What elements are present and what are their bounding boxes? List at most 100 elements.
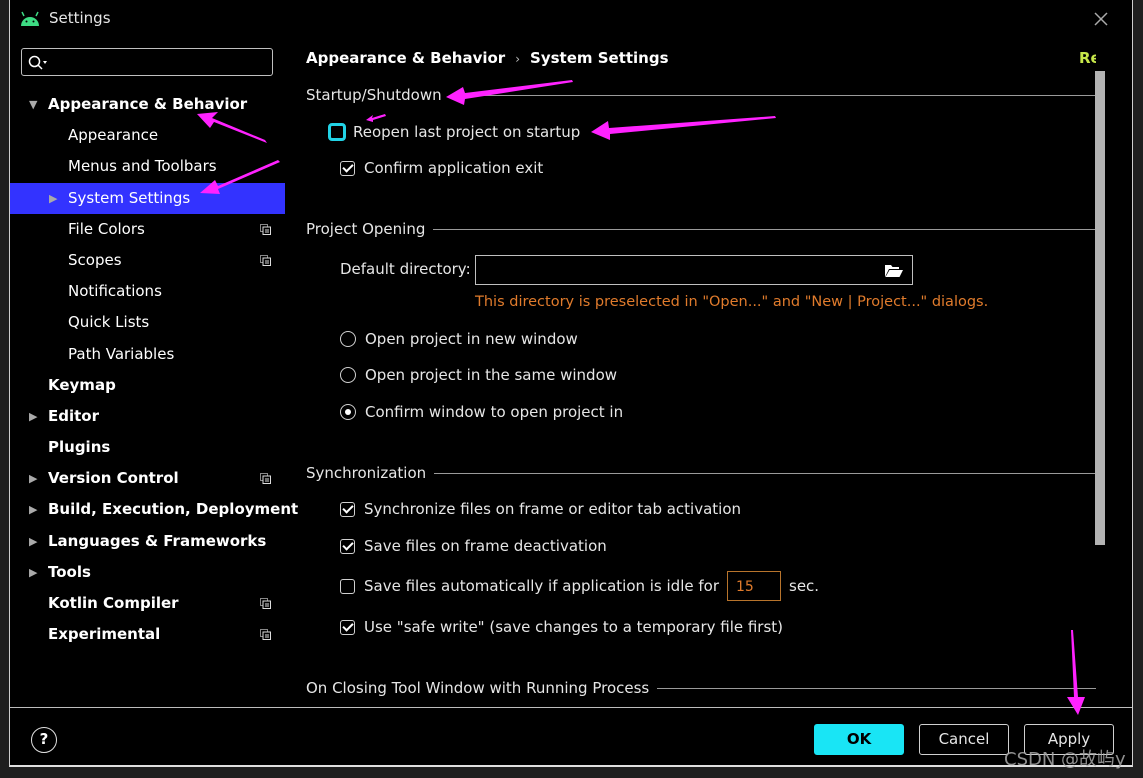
sidebar-item-tools[interactable]: ▶ Tools bbox=[10, 557, 285, 588]
content-scrollbar[interactable] bbox=[1095, 71, 1105, 545]
sidebar-item-label: Editor bbox=[48, 406, 99, 425]
save-idle-row: Save files automatically if application … bbox=[340, 571, 819, 601]
section-title: On Closing Tool Window with Running Proc… bbox=[306, 679, 650, 697]
project-level-icon bbox=[260, 473, 271, 485]
android-icon bbox=[21, 11, 39, 26]
safe-write-checkbox[interactable]: Use "safe write" (save changes to a temp… bbox=[340, 618, 783, 636]
default-directory-field[interactable] bbox=[475, 255, 913, 285]
sidebar-item-quick-lists[interactable]: Quick Lists bbox=[10, 307, 285, 338]
project-level-icon bbox=[260, 254, 271, 266]
breadcrumb-parent[interactable]: Appearance & Behavior bbox=[306, 49, 505, 67]
sidebar-item-appearance[interactable]: Appearance bbox=[10, 120, 285, 151]
sidebar-item-kotlin-compiler[interactable]: Kotlin Compiler bbox=[10, 588, 285, 619]
sidebar-item-label: Plugins bbox=[48, 438, 111, 457]
checkbox-label: Synchronize files on frame or editor tab… bbox=[364, 500, 742, 518]
checkbox-label: Use "safe write" (save changes to a temp… bbox=[364, 618, 784, 636]
section-project-opening: Project Opening bbox=[306, 220, 1096, 238]
sidebar-item-label: Keymap bbox=[48, 375, 116, 394]
default-directory-input[interactable] bbox=[480, 260, 874, 282]
reset-link[interactable]: Reset bbox=[1079, 49, 1096, 67]
collapsed-arrow-icon[interactable]: ▶ bbox=[29, 557, 41, 588]
divider bbox=[434, 472, 1096, 474]
sidebar-item-experimental[interactable]: Experimental bbox=[10, 619, 285, 650]
unit-label: sec. bbox=[789, 577, 820, 595]
sidebar-item-notifications[interactable]: Notifications bbox=[10, 276, 285, 307]
reopen-last-project-checkbox[interactable]: Reopen last project on startup bbox=[328, 123, 581, 141]
sidebar-item-languages-frameworks[interactable]: ▶ Languages & Frameworks bbox=[10, 526, 285, 557]
checkbox[interactable] bbox=[340, 501, 355, 517]
open-project-radio-option[interactable]: Confirm window to open project in bbox=[340, 403, 623, 421]
watermark: CSDN @故屿y bbox=[1004, 749, 1126, 770]
section-startup-shutdown: Startup/Shutdown bbox=[306, 86, 1096, 104]
section-title: Synchronization bbox=[306, 464, 427, 482]
radio-button[interactable] bbox=[340, 404, 356, 420]
settings-tree: ▼ Appearance & Behavior Appearance Menus an… bbox=[10, 89, 298, 650]
window-title: Settings bbox=[49, 9, 111, 27]
radio-label: Open project in the same window bbox=[365, 366, 618, 384]
sync-on-activation-checkbox[interactable]: Synchronize files on frame or editor tab… bbox=[340, 500, 741, 518]
sidebar-item-menus-and-toolbars[interactable]: Menus and Toolbars bbox=[10, 151, 285, 182]
idle-seconds-input[interactable] bbox=[734, 576, 778, 598]
collapsed-arrow-icon[interactable]: ▶ bbox=[29, 526, 41, 557]
collapsed-arrow-icon[interactable]: ▶ bbox=[49, 183, 61, 214]
collapsed-arrow-icon[interactable]: ▶ bbox=[29, 401, 41, 432]
save-on-deactivation-checkbox[interactable]: Save files on frame deactivation bbox=[340, 537, 607, 555]
divider bbox=[433, 228, 1096, 230]
section-synchronization: Synchronization bbox=[306, 464, 1096, 482]
settings-content: Appearance & Behavior › System Settings Re… bbox=[306, 40, 1096, 704]
confirm-exit-checkbox[interactable]: Confirm application exit bbox=[340, 159, 543, 177]
sidebar-item-label: System Settings bbox=[68, 188, 191, 207]
sidebar-item-label: Version Control bbox=[48, 469, 179, 488]
checkbox-label: Reopen last project on startup bbox=[353, 123, 581, 141]
collapsed-arrow-icon[interactable]: ▶ bbox=[29, 463, 41, 494]
checkbox[interactable] bbox=[340, 538, 355, 554]
checkbox-label: Save files automatically if application … bbox=[364, 577, 719, 595]
sidebar-item-editor[interactable]: ▶ Editor bbox=[10, 401, 285, 432]
divider bbox=[449, 94, 1096, 96]
close-icon[interactable] bbox=[1092, 10, 1110, 28]
sidebar-item-keymap[interactable]: Keymap bbox=[10, 370, 285, 401]
cancel-button[interactable]: Cancel bbox=[919, 724, 1009, 755]
checkbox-label: Save files on frame deactivation bbox=[364, 537, 607, 555]
sidebar-item-path-variables[interactable]: Path Variables bbox=[10, 339, 285, 370]
sidebar-item-label: Build, Execution, Deployment bbox=[48, 500, 299, 519]
radio-label: Confirm window to open project in bbox=[365, 403, 624, 421]
sidebar-item-system-settings[interactable]: ▶ System Settings bbox=[10, 182, 285, 214]
sidebar-item-file-colors[interactable]: File Colors bbox=[10, 214, 285, 245]
radio-button[interactable] bbox=[340, 367, 356, 383]
checkbox-label: Confirm application exit bbox=[364, 159, 544, 177]
open-project-radio-option[interactable]: Open project in new window bbox=[340, 330, 578, 348]
radio-button[interactable] bbox=[340, 331, 356, 347]
radio-label: Open project in new window bbox=[365, 330, 578, 348]
checkbox[interactable] bbox=[340, 619, 355, 635]
sidebar-item-label: Quick Lists bbox=[68, 313, 150, 332]
sidebar-item-plugins[interactable]: Plugins bbox=[10, 432, 285, 463]
settings-dialog: Settings ▼ Appearance & Behavior Appearanc… bbox=[9, 0, 1133, 767]
idle-seconds-field[interactable] bbox=[727, 571, 781, 601]
sidebar-item-label: Scopes bbox=[68, 250, 122, 269]
sidebar-item-label: Path Variables bbox=[68, 344, 175, 363]
folder-open-icon[interactable] bbox=[884, 263, 904, 278]
breadcrumb-current: System Settings bbox=[530, 49, 669, 67]
sidebar-item-scopes[interactable]: Scopes bbox=[10, 245, 285, 276]
search-input[interactable] bbox=[52, 52, 266, 74]
save-idle-checkbox[interactable] bbox=[340, 578, 355, 594]
breadcrumb-separator: › bbox=[515, 52, 521, 66]
open-project-radio-option[interactable]: Open project in the same window bbox=[340, 366, 617, 384]
settings-search[interactable] bbox=[21, 48, 273, 76]
sidebar-item-label: Tools bbox=[48, 562, 91, 581]
checkbox[interactable] bbox=[328, 123, 346, 141]
sidebar-item-version-control[interactable]: ▶ Version Control bbox=[10, 463, 285, 494]
sidebar-item-label: Menus and Toolbars bbox=[68, 157, 217, 176]
ok-button[interactable]: OK bbox=[814, 724, 904, 755]
help-button[interactable]: ? bbox=[31, 727, 57, 753]
dialog-footer: ? OK Cancel Apply bbox=[10, 707, 1132, 766]
sidebar-item-build-execution-deployment[interactable]: ▶ Build, Execution, Deployment bbox=[10, 494, 298, 525]
sidebar-item-label: Experimental bbox=[48, 625, 161, 644]
checkbox[interactable] bbox=[340, 160, 355, 176]
collapsed-arrow-icon[interactable]: ▶ bbox=[29, 494, 41, 525]
sidebar-item-appearance-behavior[interactable]: ▼ Appearance & Behavior bbox=[10, 89, 285, 120]
expanded-arrow-icon[interactable]: ▼ bbox=[29, 89, 41, 120]
section-closing-tool-window: On Closing Tool Window with Running Proc… bbox=[306, 679, 1096, 697]
search-icon[interactable] bbox=[28, 55, 48, 71]
